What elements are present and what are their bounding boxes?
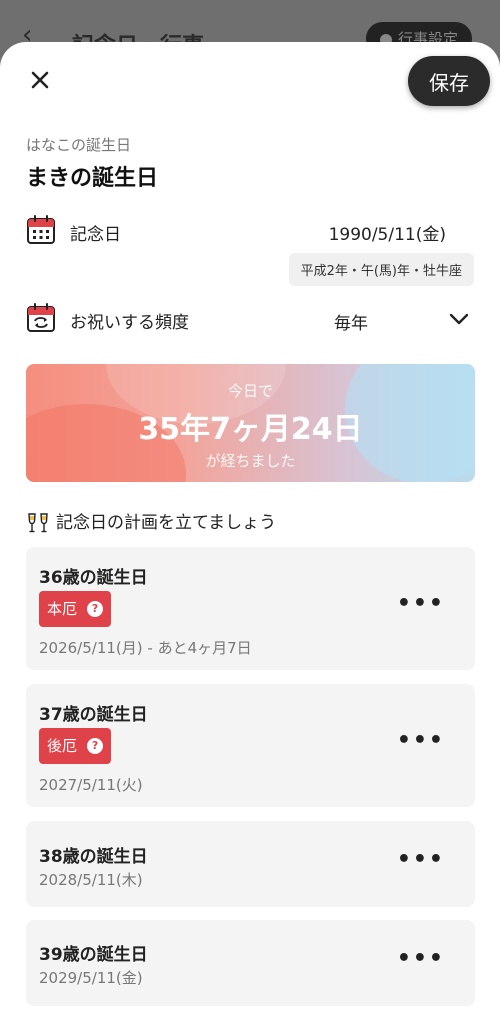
card-title: 38歳の誕生日 bbox=[39, 847, 148, 867]
list-item[interactable]: 36歳の誕生日 本厄? 2026/5/11(月) - あと4ヶ月7日 ••• bbox=[26, 547, 475, 670]
edit-sheet: 保存 はなこの誕生日 まきの誕生日 記念日 1990/5/11(金) 平成2年・… bbox=[0, 42, 500, 1017]
more-options-icon[interactable]: ••• bbox=[397, 591, 445, 616]
card-date: 2027/5/11(火) bbox=[39, 776, 143, 794]
page-title[interactable]: まきの誕生日 bbox=[26, 160, 158, 192]
era-info-badge: 平成2年・午(馬)年・牡牛座 bbox=[288, 253, 474, 286]
card-date: 2028/5/11(木) bbox=[39, 871, 143, 889]
card-date: 2029/5/11(金) bbox=[39, 969, 143, 987]
subtitle: はなこの誕生日 bbox=[26, 136, 132, 154]
anniversary-date[interactable]: 1990/5/11(金) bbox=[329, 220, 446, 245]
badge-label: 後厄 bbox=[47, 737, 78, 755]
card-title: 39歳の誕生日 bbox=[39, 945, 148, 965]
card-title: 36歳の誕生日 bbox=[39, 568, 148, 588]
elapsed-time-banner: 今日で 35年7ヶ月24日 が経ちました bbox=[26, 364, 475, 482]
close-icon[interactable] bbox=[26, 66, 54, 94]
status-badge[interactable]: 後厄? bbox=[39, 728, 112, 764]
frequency-value[interactable]: 毎年 bbox=[334, 309, 368, 334]
repeat-calendar-icon bbox=[27, 303, 55, 332]
more-options-icon[interactable]: ••• bbox=[397, 847, 445, 872]
card-title: 37歳の誕生日 bbox=[39, 705, 148, 725]
help-icon[interactable]: ? bbox=[87, 737, 104, 754]
save-button[interactable]: 保存 bbox=[408, 56, 490, 106]
elapsed-time-value: 35年7ヶ月24日 bbox=[138, 412, 363, 447]
banner-top-text: 今日で bbox=[227, 382, 273, 400]
plan-heading: 記念日の計画を立てましょう bbox=[26, 508, 276, 535]
more-options-icon[interactable]: ••• bbox=[397, 728, 445, 753]
anniversary-label: 記念日 bbox=[70, 225, 121, 245]
plan-heading-text: 記念日の計画を立てましょう bbox=[56, 513, 277, 533]
status-badge[interactable]: 本厄? bbox=[39, 591, 112, 627]
more-options-icon[interactable]: ••• bbox=[397, 946, 445, 971]
calendar-icon bbox=[27, 215, 55, 244]
card-date: 2026/5/11(月) - あと4ヶ月7日 bbox=[39, 639, 252, 657]
chevron-down-icon[interactable] bbox=[448, 308, 470, 330]
help-icon[interactable]: ? bbox=[87, 600, 104, 617]
list-item[interactable]: 37歳の誕生日 後厄? 2027/5/11(火) ••• bbox=[26, 684, 475, 807]
frequency-label: お祝いする頻度 bbox=[70, 313, 189, 333]
list-item[interactable]: 39歳の誕生日 2029/5/11(金) ••• bbox=[26, 920, 475, 1006]
badge-label: 本厄 bbox=[47, 600, 78, 618]
list-item[interactable]: 38歳の誕生日 2028/5/11(木) ••• bbox=[26, 821, 475, 907]
banner-bottom-text: が経ちました bbox=[205, 452, 296, 470]
champagne-glasses-icon bbox=[28, 513, 48, 533]
